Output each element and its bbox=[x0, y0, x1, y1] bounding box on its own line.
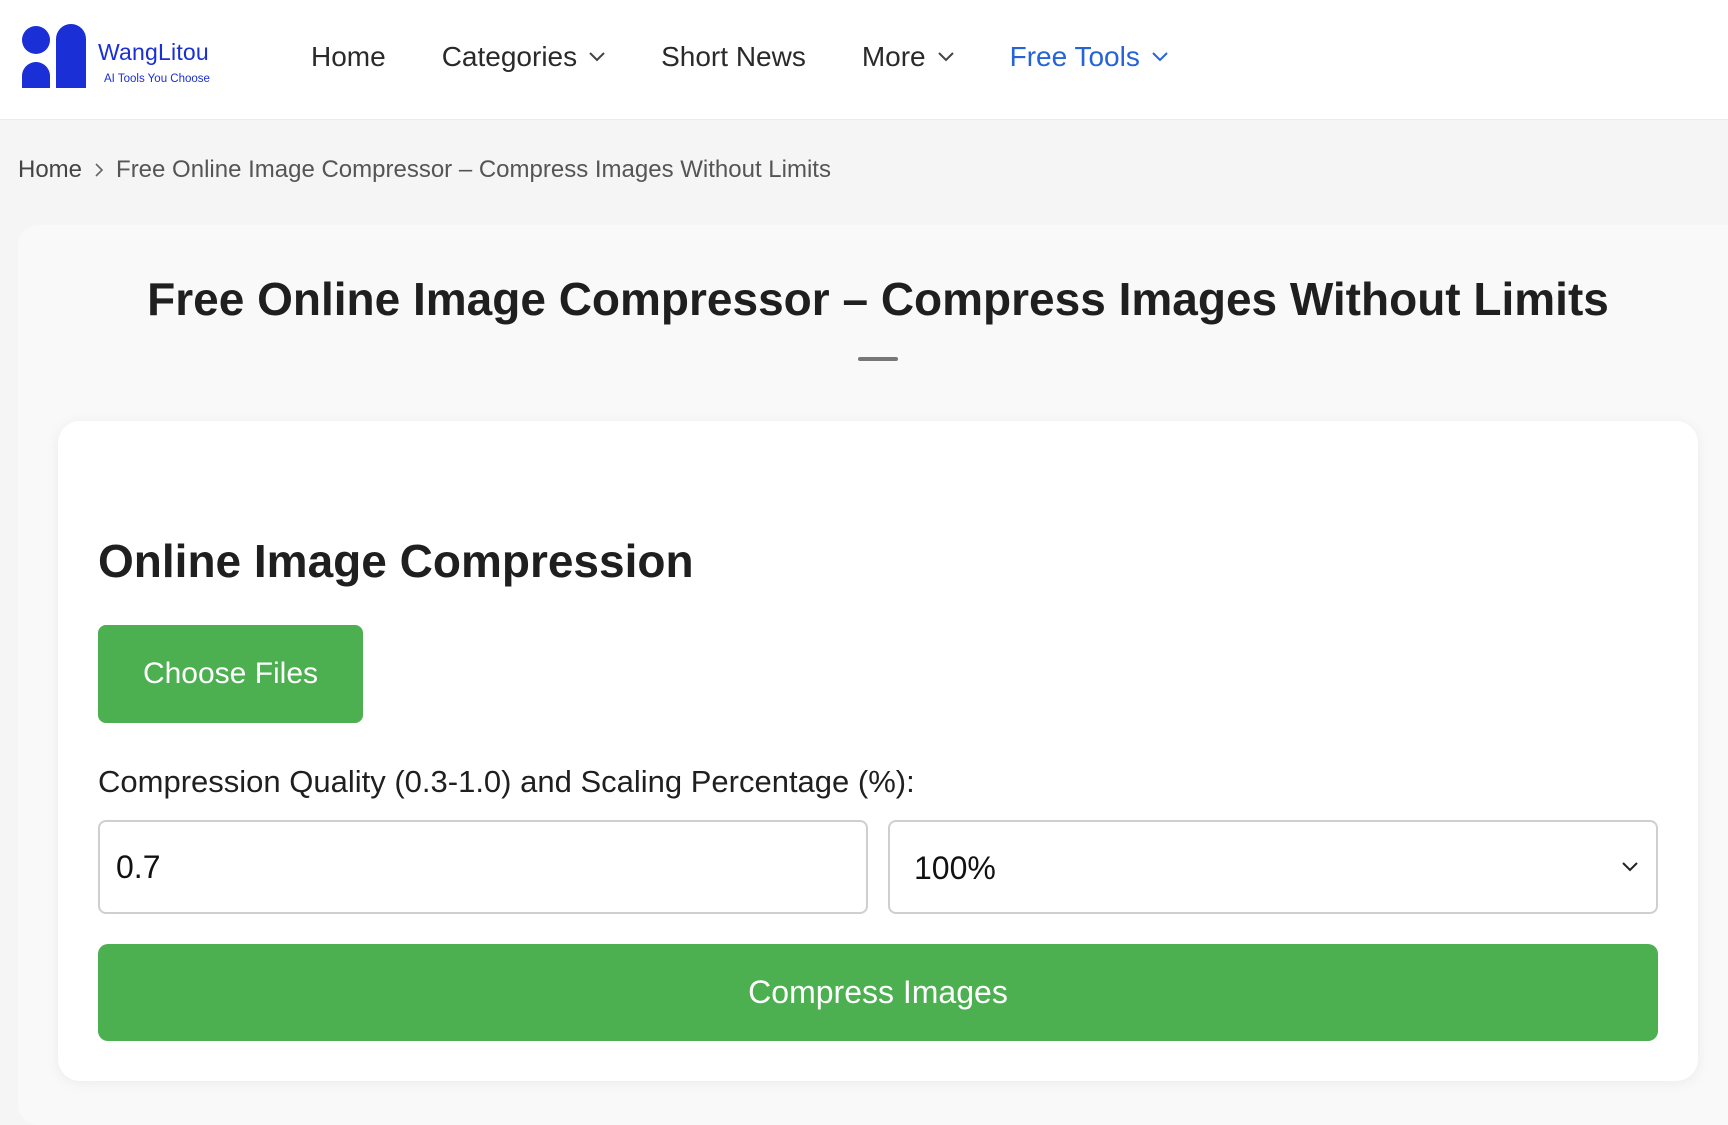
page-title: Free Online Image Compressor – Compress … bbox=[147, 273, 1609, 325]
compress-images-button[interactable]: Compress Images bbox=[98, 944, 1658, 1041]
nav-free-tools[interactable]: Free Tools bbox=[1010, 41, 1168, 73]
nav-home[interactable]: Home bbox=[311, 41, 386, 73]
chevron-down-icon bbox=[589, 52, 605, 62]
breadcrumb-current: Free Online Image Compressor – Compress … bbox=[116, 156, 831, 183]
nav-short-news[interactable]: Short News bbox=[661, 41, 806, 73]
title-divider bbox=[858, 357, 898, 361]
scale-select[interactable]: 100% bbox=[888, 820, 1658, 914]
tool-title: Online Image Compression bbox=[98, 535, 694, 587]
nav-more-label: More bbox=[861, 41, 926, 72]
nav-short-news-label: Short News bbox=[661, 41, 806, 72]
nav-categories[interactable]: Categories bbox=[442, 41, 605, 73]
nav-free-tools-label: Free Tools bbox=[1009, 41, 1140, 72]
choose-files-button[interactable]: Choose Files bbox=[98, 625, 363, 723]
scale-selected-value: 100% bbox=[914, 850, 996, 886]
nav-more[interactable]: More bbox=[862, 41, 954, 73]
chevron-down-icon bbox=[1622, 862, 1638, 872]
site-logo[interactable]: WangLitou AI Tools You Choose bbox=[20, 24, 220, 90]
main-nav: Home Categories Short News More Free Too… bbox=[311, 0, 1224, 114]
quality-input[interactable] bbox=[98, 820, 868, 914]
breadcrumb-home-link[interactable]: Home bbox=[18, 156, 82, 184]
nav-home-label: Home bbox=[311, 41, 386, 72]
logo-mark-icon bbox=[22, 24, 86, 88]
chevron-right-icon bbox=[95, 163, 104, 177]
brand-tagline: AI Tools You Choose bbox=[104, 73, 210, 85]
quality-scale-label: Compression Quality (0.3-1.0) and Scalin… bbox=[98, 764, 915, 799]
site-header: WangLitou AI Tools You Choose Home Categ… bbox=[0, 0, 1728, 120]
chevron-down-icon bbox=[1152, 52, 1168, 62]
chevron-down-icon bbox=[937, 52, 954, 62]
nav-categories-label: Categories bbox=[441, 41, 578, 72]
brand-name: WangLitou bbox=[98, 39, 209, 65]
breadcrumb: Home Free Online Image Compressor – Comp… bbox=[18, 156, 831, 184]
